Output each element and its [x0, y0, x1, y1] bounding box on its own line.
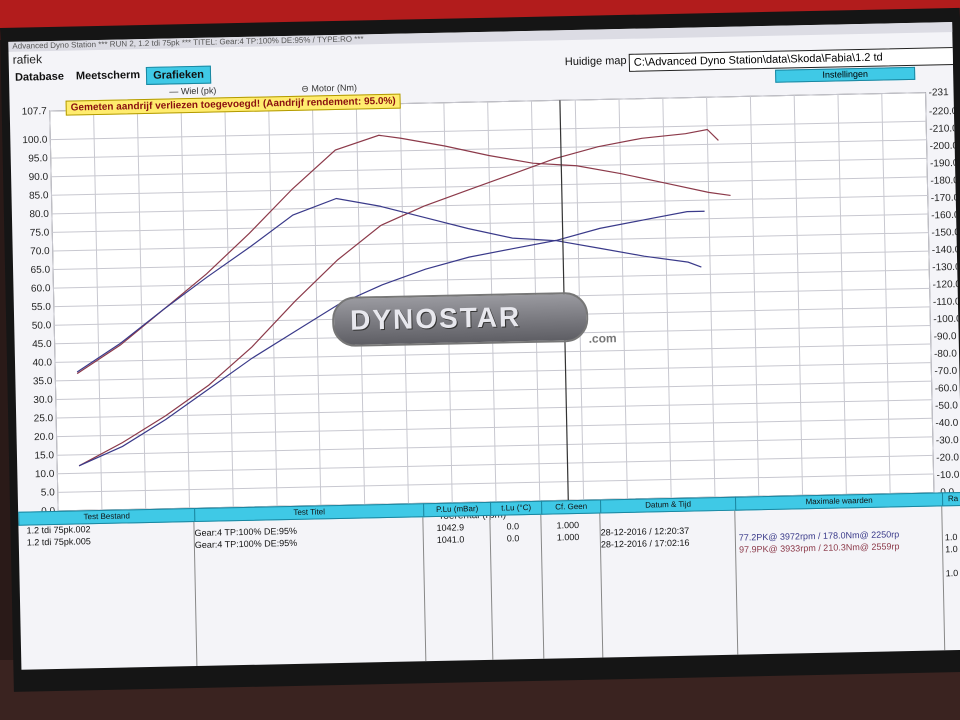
monitor-bezel: Advanced Dyno Station *** RUN 2, 1.2 tdi… — [0, 7, 960, 692]
col-divider — [540, 514, 545, 661]
cell-file[interactable]: 1.2 tdi 75pk.002 — [26, 524, 90, 535]
col-test-file[interactable]: Test Bestand — [18, 508, 196, 526]
cell-ra: 1.0 — [945, 544, 958, 555]
y-right-tick-label: -30.0 — [936, 435, 959, 446]
y-right-tick-label: -190.0 — [930, 158, 959, 170]
y-right-tick-label: -110.0 — [933, 296, 960, 308]
y-left-tick-label: 65.0 — [31, 265, 51, 276]
y-left-tick-label: 10.0 — [35, 469, 55, 480]
y-right-tick-label: -200.0 — [930, 141, 959, 153]
y-left-tick-label: 100.0 — [22, 135, 48, 147]
col-ra[interactable]: Ra — [941, 491, 960, 507]
results-table: Test Bestand Test Titel P.Lu (mBar) t.Lu… — [18, 491, 960, 670]
cell-date: 28-12-2016 / 17:02:16 — [600, 537, 690, 550]
col-divider — [734, 510, 739, 657]
cell-ra-extra: 1.0 — [945, 568, 959, 579]
y-left-tick-label: 80.0 — [29, 209, 49, 220]
col-plu[interactable]: P.Lu (mBar) — [423, 501, 492, 518]
cell-tlu: 0.0 — [506, 521, 520, 532]
y-right-tick-label: -160.0 — [931, 210, 960, 222]
y-right-tick-label: -130.0 — [932, 262, 960, 274]
y-right-tick-label: -50.0 — [935, 400, 958, 411]
cell-tlu: 0.0 — [506, 533, 520, 544]
y-left-tick-label: 95.0 — [28, 153, 48, 164]
y-left-tick-label: 60.0 — [31, 283, 51, 294]
y-left-tick-label: 90.0 — [29, 172, 49, 183]
y-right-tick-label: -150.0 — [931, 227, 960, 239]
y-left-tick-label: 70.0 — [30, 246, 50, 257]
y-left-tick-label: 15.0 — [34, 450, 54, 461]
cell-cf: 1.000 — [556, 531, 580, 543]
dyno-chart[interactable]: 1000120014001600180020002200240026002800… — [9, 62, 960, 522]
col-cf[interactable]: Cf. Geen — [541, 499, 602, 515]
cell-date: 28-12-2016 / 12:20:37 — [600, 525, 690, 538]
y-left-tick-label: 50.0 — [32, 320, 52, 331]
y-right-tick-label: -90.0 — [934, 331, 957, 342]
cell-plu: 1042.9 — [436, 522, 465, 533]
cell-max: 77.2PK@ 3972rpm / 178.0Nm@ 2250rp — [738, 529, 900, 543]
screen: Advanced Dyno Station *** RUN 2, 1.2 tdi… — [8, 22, 960, 670]
y-left-tick-label: 20.0 — [34, 432, 54, 443]
dynostar-logo-text: DYNOSTAR — [349, 301, 522, 336]
y-right-tick-label: -60.0 — [935, 383, 958, 394]
col-divider — [489, 515, 494, 662]
col-tlu[interactable]: t.Lu (°C) — [490, 500, 543, 516]
y-right-tick-label: -170.0 — [931, 193, 960, 205]
y-right-tick-label: -140.0 — [932, 245, 960, 257]
y-left-tick-label: 5.0 — [41, 487, 56, 498]
dynostar-logo-suffix: .com — [588, 331, 617, 346]
y-left-tick-label: 85.0 — [29, 190, 49, 201]
col-max[interactable]: Maximale waarden — [734, 492, 944, 511]
y-left-tick-label: 75.0 — [30, 227, 50, 238]
y-left-tick-label: 40.0 — [32, 357, 52, 368]
y-right-tick-label: -180.0 — [930, 175, 959, 187]
y-right-tick-label: -100.0 — [933, 314, 960, 326]
current-folder-label: Huidige map — [564, 54, 627, 69]
cell-title: Gear:4 TP:100% DE:95% — [194, 537, 298, 551]
y-right-tick-label: -220.0 — [929, 106, 958, 118]
y-left-tick-label: 30.0 — [33, 395, 53, 406]
y-right-tick-label: -80.0 — [934, 348, 957, 359]
y-right-tick-label: -120.0 — [932, 279, 960, 291]
col-divider — [941, 506, 946, 653]
cell-ra: 1.0 — [944, 532, 958, 543]
cell-file[interactable]: 1.2 tdi 75pk.005 — [27, 536, 91, 547]
y-left-tick-label: 55.0 — [31, 302, 51, 313]
dynostar-logo: DYNOSTAR — [331, 291, 589, 348]
y-left-tick-label: 35.0 — [33, 376, 53, 387]
y-right-tick-label: -231 — [928, 87, 949, 98]
y-left-tick-label: 45.0 — [32, 339, 52, 350]
y-right-tick-label: -210.0 — [929, 123, 958, 135]
y-left-tick-label: 107.7 — [22, 106, 48, 118]
y-right-tick-label: -20.0 — [936, 452, 959, 463]
cell-plu: 1041.0 — [436, 534, 465, 545]
y-left-tick-label: 25.0 — [34, 413, 54, 424]
y-right-tick-label: -70.0 — [934, 366, 957, 377]
y-right-tick-label: -40.0 — [935, 418, 958, 429]
col-date[interactable]: Datum & Tijd — [600, 496, 737, 514]
cell-cf: 1.000 — [556, 519, 580, 531]
col-divider — [422, 517, 427, 664]
cell-title: Gear:4 TP:100% DE:95% — [194, 525, 298, 539]
cell-max: 97.9PK@ 3933rpm / 210.3Nm@ 2559rp — [738, 541, 900, 555]
y-right-tick-label: -10.0 — [936, 470, 959, 481]
